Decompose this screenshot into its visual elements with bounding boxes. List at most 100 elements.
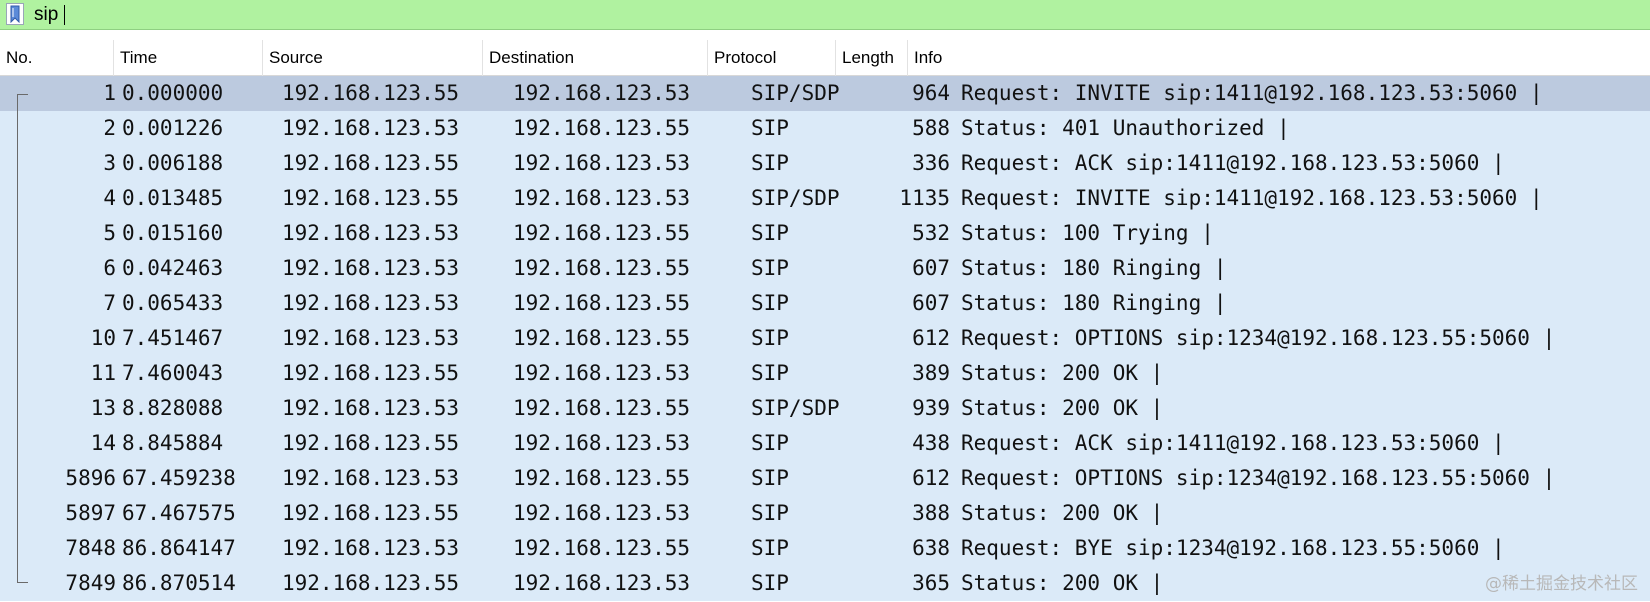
packet-no: 3 — [103, 151, 116, 175]
conversation-tree-end — [17, 582, 28, 583]
packet-length: 1135 — [899, 186, 950, 210]
packet-length: 438 — [912, 431, 950, 455]
packet-source: 192.168.123.55 — [282, 571, 460, 595]
packet-length: 612 — [912, 326, 950, 350]
column-header-length[interactable]: Length — [836, 40, 908, 76]
packet-source: 192.168.123.53 — [282, 221, 460, 245]
packet-no: 11 — [90, 361, 116, 385]
packet-protocol: SIP — [751, 116, 789, 140]
column-header-destination[interactable]: Destination — [483, 40, 708, 76]
packet-length: 389 — [912, 361, 950, 385]
packet-destination: 192.168.123.55 — [513, 326, 691, 350]
packet-time: 0.065433 — [122, 291, 224, 315]
packet-info: Status: 180 Ringing | — [961, 256, 1227, 280]
packet-protocol: SIP — [751, 151, 789, 175]
packet-row[interactable]: 5897 67.467575 192.168.123.55 192.168.123.5… — [0, 496, 1650, 531]
packet-no: 14 — [90, 431, 116, 455]
packet-destination: 192.168.123.53 — [513, 501, 691, 525]
packet-time: 8.845884 — [122, 431, 224, 455]
column-header-info[interactable]: Info — [908, 40, 1650, 76]
packet-info: Request: INVITE sip:1411@192.168.123.53:… — [961, 81, 1543, 105]
packet-time: 0.006188 — [122, 151, 224, 175]
packet-no: 7848 — [65, 536, 116, 560]
packet-no: 2 — [103, 116, 116, 140]
filter-bookmark-button[interactable] — [6, 3, 24, 25]
packet-source: 192.168.123.55 — [282, 361, 460, 385]
packet-destination: 192.168.123.55 — [513, 221, 691, 245]
packet-time: 86.864147 — [122, 536, 236, 560]
packet-protocol: SIP — [751, 501, 789, 525]
packet-row[interactable]: 2 0.001226 192.168.123.53 192.168.123.55 SIP… — [0, 111, 1650, 146]
packet-source: 192.168.123.53 — [282, 291, 460, 315]
packet-row[interactable]: 5 0.015160 192.168.123.53 192.168.123.55 SIP… — [0, 216, 1650, 251]
packet-info: Status: 200 OK | — [961, 361, 1164, 385]
packet-info: Request: ACK sip:1411@192.168.123.53:506… — [961, 431, 1505, 455]
packet-source: 192.168.123.55 — [282, 151, 460, 175]
packet-destination: 192.168.123.53 — [513, 151, 691, 175]
packet-length: 612 — [912, 466, 950, 490]
column-header-protocol[interactable]: Protocol — [708, 40, 836, 76]
packet-row[interactable]: 1 0.000000 192.168.123.55 192.168.123.53 SIP… — [0, 76, 1650, 111]
packet-row[interactable]: 10 7.451467 192.168.123.53 192.168.123.55 SI… — [0, 321, 1650, 356]
packet-source: 192.168.123.53 — [282, 466, 460, 490]
packet-row[interactable]: 4 0.013485 192.168.123.55 192.168.123.53 SIP… — [0, 181, 1650, 216]
packet-source: 192.168.123.53 — [282, 326, 460, 350]
packet-row[interactable]: 13 8.828088 192.168.123.53 192.168.123.55 SI… — [0, 391, 1650, 426]
packet-source: 192.168.123.53 — [282, 116, 460, 140]
packet-destination: 192.168.123.55 — [513, 466, 691, 490]
packet-time: 7.460043 — [122, 361, 224, 385]
column-header-source[interactable]: Source — [263, 40, 483, 76]
packet-protocol: SIP — [751, 571, 789, 595]
packet-protocol: SIP — [751, 326, 789, 350]
packet-protocol: SIP/SDP — [751, 81, 840, 105]
packet-no: 10 — [90, 326, 116, 350]
packet-time: 86.870514 — [122, 571, 236, 595]
packet-destination: 192.168.123.53 — [513, 431, 691, 455]
packet-length: 607 — [912, 291, 950, 315]
packet-row[interactable]: 7849 86.870514 192.168.123.55 192.168.123.5… — [0, 566, 1650, 601]
display-filter-bar — [0, 0, 1650, 30]
packet-length: 638 — [912, 536, 950, 560]
packet-row[interactable]: 5896 67.459238 192.168.123.53 192.168.123.5… — [0, 461, 1650, 496]
packet-no: 5 — [103, 221, 116, 245]
packet-row[interactable]: 14 8.845884 192.168.123.55 192.168.123.53 SI… — [0, 426, 1650, 461]
packet-info: Status: 401 Unauthorized | — [961, 116, 1290, 140]
conversation-tree-line — [17, 95, 18, 583]
packet-row[interactable]: 6 0.042463 192.168.123.53 192.168.123.55 SIP… — [0, 251, 1650, 286]
packet-info: Status: 180 Ringing | — [961, 291, 1227, 315]
column-header-time[interactable]: Time — [114, 40, 263, 76]
display-filter-input[interactable] — [30, 3, 1644, 27]
packet-length: 336 — [912, 151, 950, 175]
packet-destination: 192.168.123.55 — [513, 116, 691, 140]
packet-info: Request: OPTIONS sip:1234@192.168.123.55… — [961, 326, 1556, 350]
packet-protocol: SIP/SDP — [751, 186, 840, 210]
packet-source: 192.168.123.55 — [282, 431, 460, 455]
packet-destination: 192.168.123.55 — [513, 396, 691, 420]
packet-protocol: SIP/SDP — [751, 396, 840, 420]
packet-time: 0.001226 — [122, 116, 224, 140]
bookmark-icon — [10, 5, 20, 23]
packet-length: 388 — [912, 501, 950, 525]
packet-no: 7 — [103, 291, 116, 315]
packet-row[interactable]: 11 7.460043 192.168.123.55 192.168.123.53 SI… — [0, 356, 1650, 391]
packet-row[interactable]: 7 0.065433 192.168.123.53 192.168.123.55 SIP… — [0, 286, 1650, 321]
packet-time: 0.015160 — [122, 221, 224, 245]
packet-time: 0.042463 — [122, 256, 224, 280]
packet-no: 13 — [90, 396, 116, 420]
packet-info: Request: OPTIONS sip:1234@192.168.123.55… — [961, 466, 1556, 490]
packet-list[interactable]: 1 0.000000 192.168.123.55 192.168.123.53 SIP… — [0, 76, 1650, 601]
column-header-no[interactable]: No. — [0, 40, 114, 76]
packet-destination: 192.168.123.53 — [513, 186, 691, 210]
packet-length: 365 — [912, 571, 950, 595]
packet-length: 588 — [912, 116, 950, 140]
packet-destination: 192.168.123.53 — [513, 571, 691, 595]
packet-info: Status: 200 OK | — [961, 501, 1164, 525]
packet-info: Status: 100 Trying | — [961, 221, 1214, 245]
packet-row[interactable]: 7848 86.864147 192.168.123.53 192.168.123.5… — [0, 531, 1650, 566]
packet-info: Request: ACK sip:1411@192.168.123.53:506… — [961, 151, 1505, 175]
packet-row[interactable]: 3 0.006188 192.168.123.55 192.168.123.53 SIP… — [0, 146, 1650, 181]
packet-length: 607 — [912, 256, 950, 280]
packet-no: 5897 — [65, 501, 116, 525]
packet-source: 192.168.123.53 — [282, 396, 460, 420]
packet-source: 192.168.123.55 — [282, 81, 460, 105]
